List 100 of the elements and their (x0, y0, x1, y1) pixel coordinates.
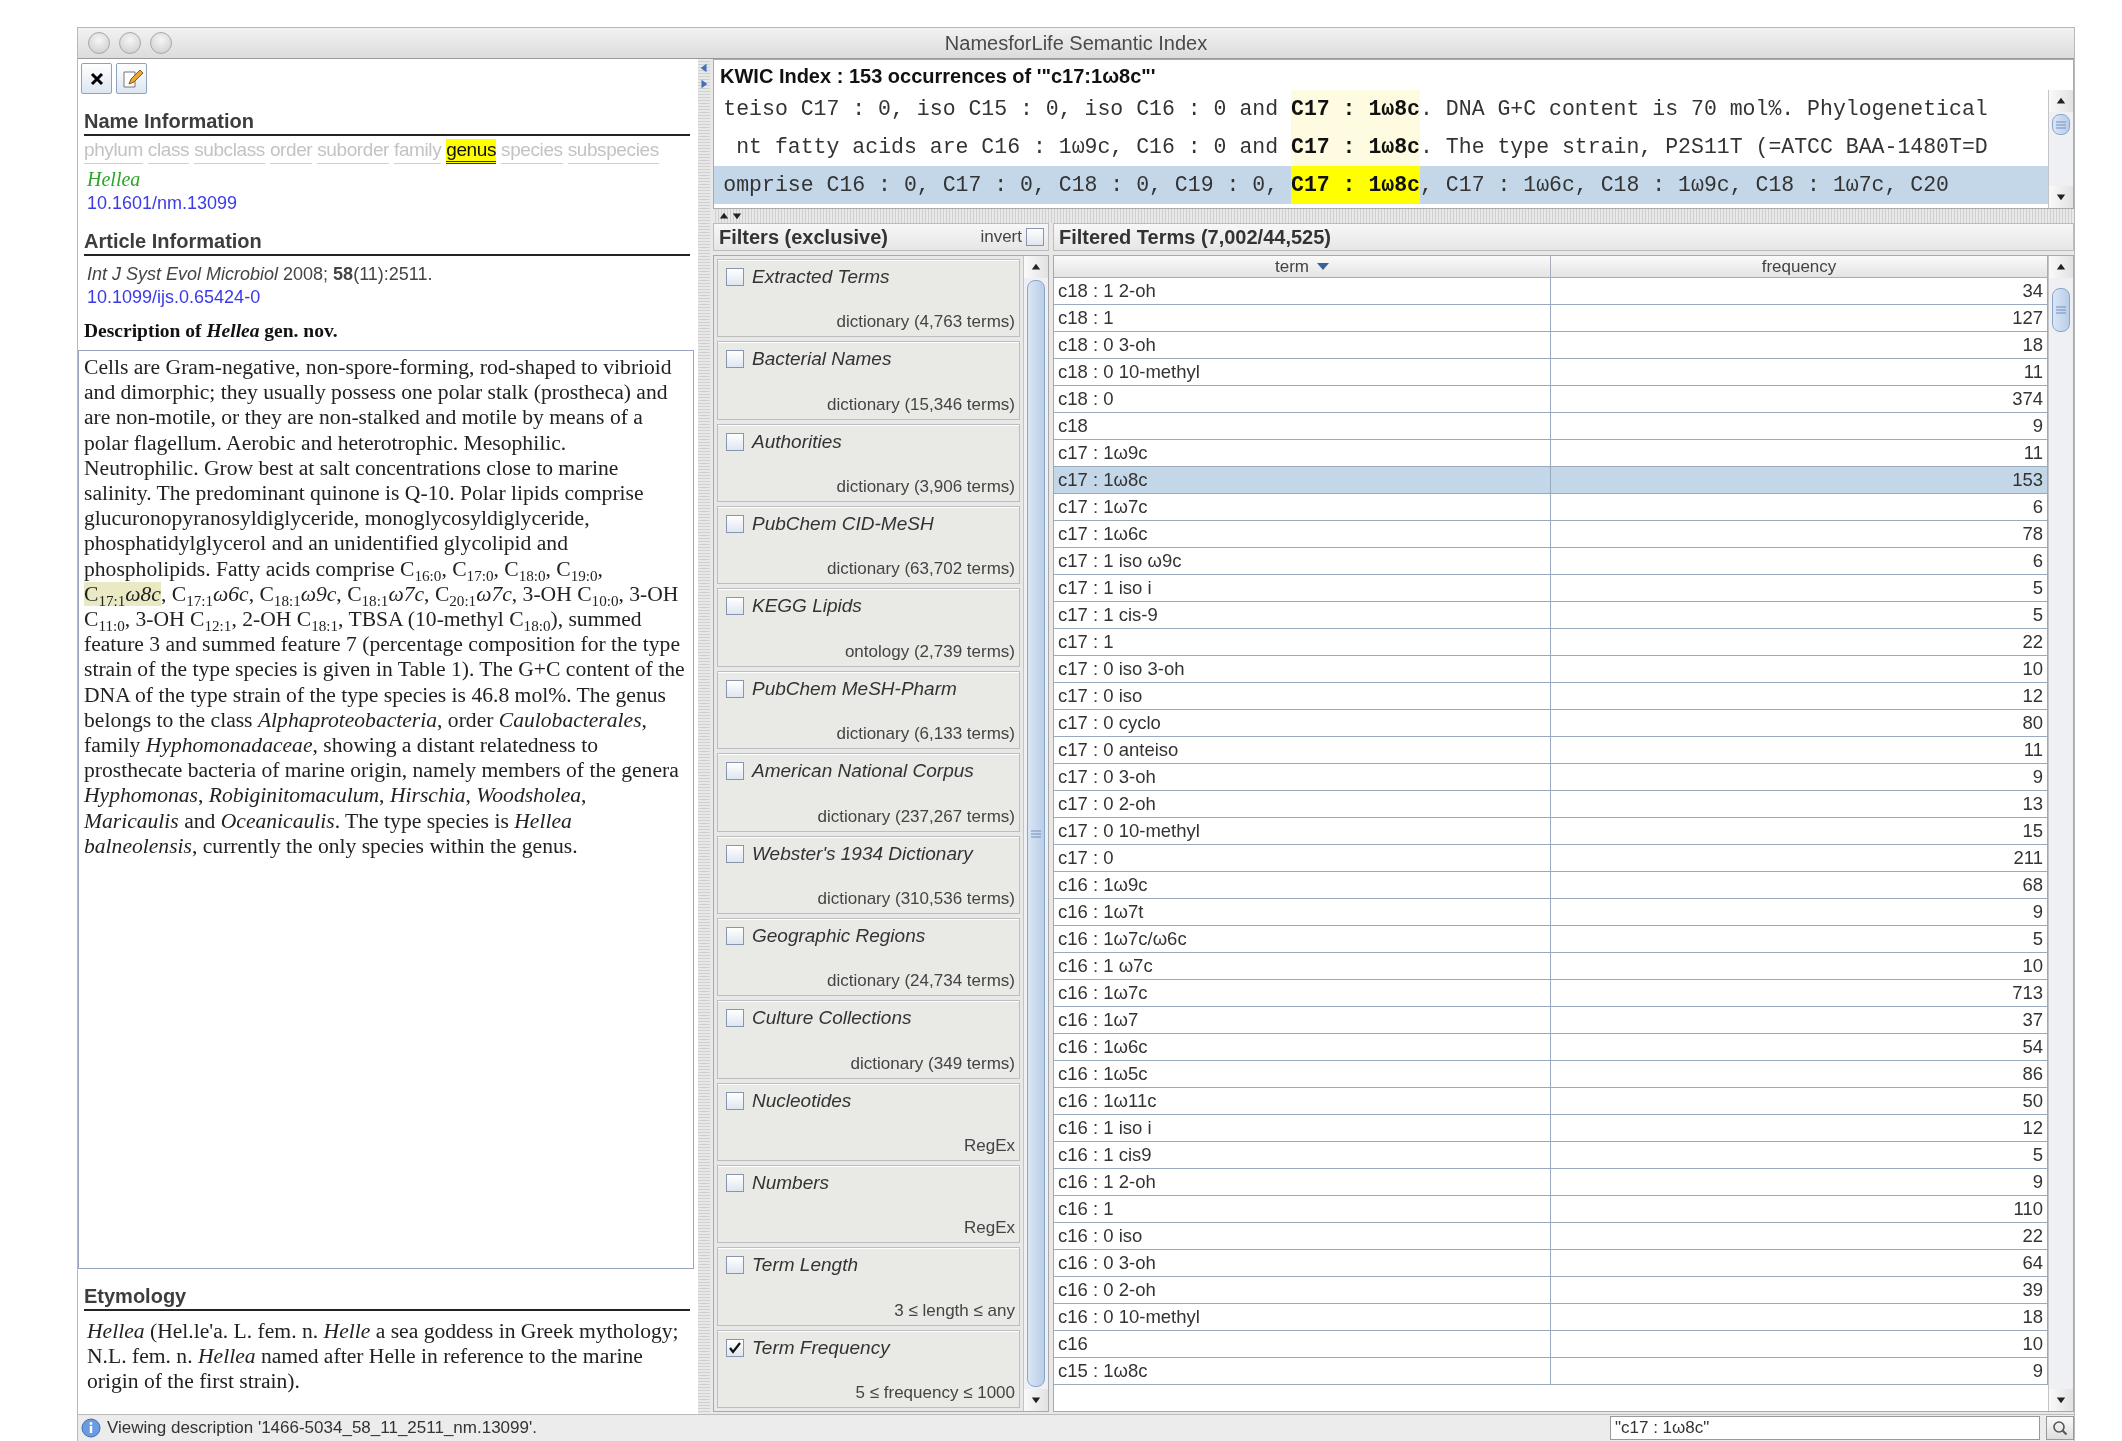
table-cell: c17 : 0 2-oh (1054, 791, 1551, 817)
filter-detail: dictionary (310,536 terms) (817, 888, 1015, 909)
pane-title: Filters (exclusive) (719, 225, 888, 249)
table-row[interactable]: c16 : 1ω7c 713 (1054, 980, 2048, 1007)
table-cell: c17 : 0 (1054, 845, 1551, 871)
table-cell: c17 : 1 cis-9 (1054, 602, 1551, 628)
table-row[interactable]: c17 : 0 3-oh 9 (1054, 764, 2048, 791)
checkbox[interactable] (726, 1338, 744, 1357)
table-row[interactable]: c18 : 1 2-oh 34 (1054, 278, 2048, 305)
minimize-window-button[interactable] (119, 32, 141, 54)
scroll-up-button[interactable] (1024, 256, 1048, 278)
table-row[interactable]: c17 : 1ω6c 78 (1054, 521, 2048, 548)
table-cell: c18 : 0 10-methyl (1054, 359, 1551, 385)
search-icon (2052, 1420, 2068, 1436)
checkbox[interactable] (726, 679, 744, 698)
scrollbar[interactable] (2048, 90, 2073, 208)
pane-title: Filtered Terms (7,002/44,525) (1059, 225, 1331, 249)
filter-detail: RegEx (963, 1218, 1015, 1239)
filter-name: American National Corpus (752, 760, 974, 783)
checkbox[interactable] (1026, 228, 1044, 246)
checkbox[interactable] (726, 597, 744, 616)
table-row[interactable]: c16 : 1 iso i 12 (1054, 1115, 2048, 1142)
edit-button[interactable] (116, 63, 147, 94)
table-row[interactable]: c16 : 1ω7 37 (1054, 1007, 2048, 1034)
close-window-button[interactable] (88, 32, 110, 54)
table-row[interactable]: c16 : 1 cis9 5 (1054, 1142, 2048, 1169)
table-row[interactable]: c16 : 0 iso 22 (1054, 1223, 2048, 1250)
filter-name: Authorities (752, 430, 842, 453)
table-row[interactable]: c16 : 0 10-methyl 18 (1054, 1304, 2048, 1331)
table-row[interactable]: c16 : 1 110 (1054, 1196, 2048, 1223)
column-header[interactable]: term (1054, 256, 1551, 278)
close-button[interactable] (81, 63, 112, 94)
doi-link[interactable]: 10.1099/ijs.0.65424-0 (84, 285, 261, 308)
table-row[interactable]: c17 : 1 iso i 5 (1054, 575, 2048, 602)
checkbox[interactable] (726, 268, 744, 286)
table-cell: c17 : 0 3-oh (1054, 764, 1551, 790)
table-row[interactable]: c18 : 0 374 (1054, 386, 2048, 413)
table-cell: c16 : 1 iso i (1054, 1115, 1551, 1141)
table-row[interactable]: c17 : 1 iso ω9c 6 (1054, 548, 2048, 575)
table-row[interactable]: c15 : 1ω8c 9 (1054, 1358, 2048, 1385)
table-row[interactable]: c16 10 (1054, 1331, 2048, 1358)
table-cell: c16 : 1 ω7c (1054, 953, 1551, 979)
table-row[interactable]: c17 : 0 2-oh 13 (1054, 791, 2048, 818)
kwic-title: KWIC Index : 153 occurrences of '"c17:1ω8c"' (719, 64, 1157, 89)
table-row[interactable]: c17 : 1ω7c 6 (1054, 494, 2048, 521)
column-header[interactable]: frequency (1551, 256, 2048, 278)
checkbox[interactable] (726, 432, 744, 451)
table-row[interactable]: c16 : 1ω9c 68 (1054, 872, 2048, 899)
doi-link[interactable]: 10.1601/nm.13099 (84, 191, 238, 214)
table-row[interactable]: c16 : 1ω5c 86 (1054, 1061, 2048, 1088)
table-row[interactable]: c17 : 0 anteiso 11 (1054, 737, 2048, 764)
table-row[interactable]: c16 : 1 ω7c 10 (1054, 953, 2048, 980)
table-row[interactable]: c16 : 0 2-oh 39 (1054, 1277, 2048, 1304)
table-row[interactable]: c17 : 1 22 (1054, 629, 2048, 656)
table-row[interactable]: c18 : 1 127 (1054, 305, 2048, 332)
info-icon (81, 1418, 101, 1438)
table-row[interactable]: c17 : 0 10-methyl 15 (1054, 818, 2048, 845)
search-field[interactable]: "c17 : 1ω8c" (1610, 1416, 2040, 1440)
table-row[interactable]: c16 : 1ω6c 54 (1054, 1034, 2048, 1061)
zoom-window-button[interactable] (150, 32, 172, 54)
checkbox[interactable] (726, 762, 744, 781)
table-cell: c17 : 1 iso i (1054, 575, 1551, 601)
table-row[interactable]: c17 : 1ω8c 153 (1054, 467, 2048, 494)
table-row[interactable]: c18 9 (1054, 413, 2048, 440)
scroll-down-button[interactable] (1024, 1389, 1048, 1411)
scroll-up-button[interactable] (2049, 90, 2073, 112)
table-row[interactable]: c17 : 1 cis-9 5 (1054, 602, 2048, 629)
checkbox[interactable] (726, 515, 744, 534)
scroll-down-button[interactable] (2049, 1389, 2073, 1411)
table-row[interactable]: c16 : 1ω7c/ω6c 5 (1054, 926, 2048, 953)
search-button[interactable] (2046, 1416, 2074, 1440)
scroll-up-button[interactable] (2049, 256, 2073, 278)
checkbox[interactable] (726, 1173, 744, 1192)
table-cell: c17 : 1ω7c (1054, 494, 1551, 520)
filter-detail: dictionary (24,734 terms) (826, 971, 1015, 992)
checkbox[interactable] (726, 1256, 744, 1275)
table-row[interactable]: c16 : 1ω11c 50 (1054, 1088, 2048, 1115)
table-row[interactable]: c17 : 1ω9c 11 (1054, 440, 2048, 467)
filter-name: PubChem CID-MeSH (752, 513, 934, 536)
checkbox[interactable] (726, 350, 744, 369)
grip-icon (2055, 120, 2067, 129)
table-row[interactable]: c16 : 1ω7t 9 (1054, 899, 2048, 926)
table-row[interactable]: c18 : 0 3-oh 18 (1054, 332, 2048, 359)
scrollbar[interactable] (2048, 256, 2073, 1411)
checkbox[interactable] (726, 1009, 744, 1028)
scrollbar[interactable] (1023, 256, 1048, 1411)
checkbox[interactable] (726, 844, 744, 863)
table-row[interactable]: c18 : 0 10-methyl 11 (1054, 359, 2048, 386)
table-row[interactable]: c17 : 0 211 (1054, 845, 2048, 872)
table-row[interactable]: c17 : 0 iso 12 (1054, 683, 2048, 710)
table-row[interactable]: c17 : 0 cyclo 80 (1054, 710, 2048, 737)
scroll-down-button[interactable] (2049, 186, 2073, 208)
rank-link[interactable]: genus (446, 139, 497, 164)
filter-detail: RegEx (963, 1135, 1015, 1156)
checkbox[interactable] (726, 1091, 744, 1110)
table-row[interactable]: c17 : 0 iso 3-oh 10 (1054, 656, 2048, 683)
table-row[interactable]: c16 : 1 2-oh 9 (1054, 1169, 2048, 1196)
table-row[interactable]: c16 : 0 3-oh 64 (1054, 1250, 2048, 1277)
checkbox[interactable] (726, 926, 744, 945)
section-heading: Article Information (84, 214, 690, 256)
